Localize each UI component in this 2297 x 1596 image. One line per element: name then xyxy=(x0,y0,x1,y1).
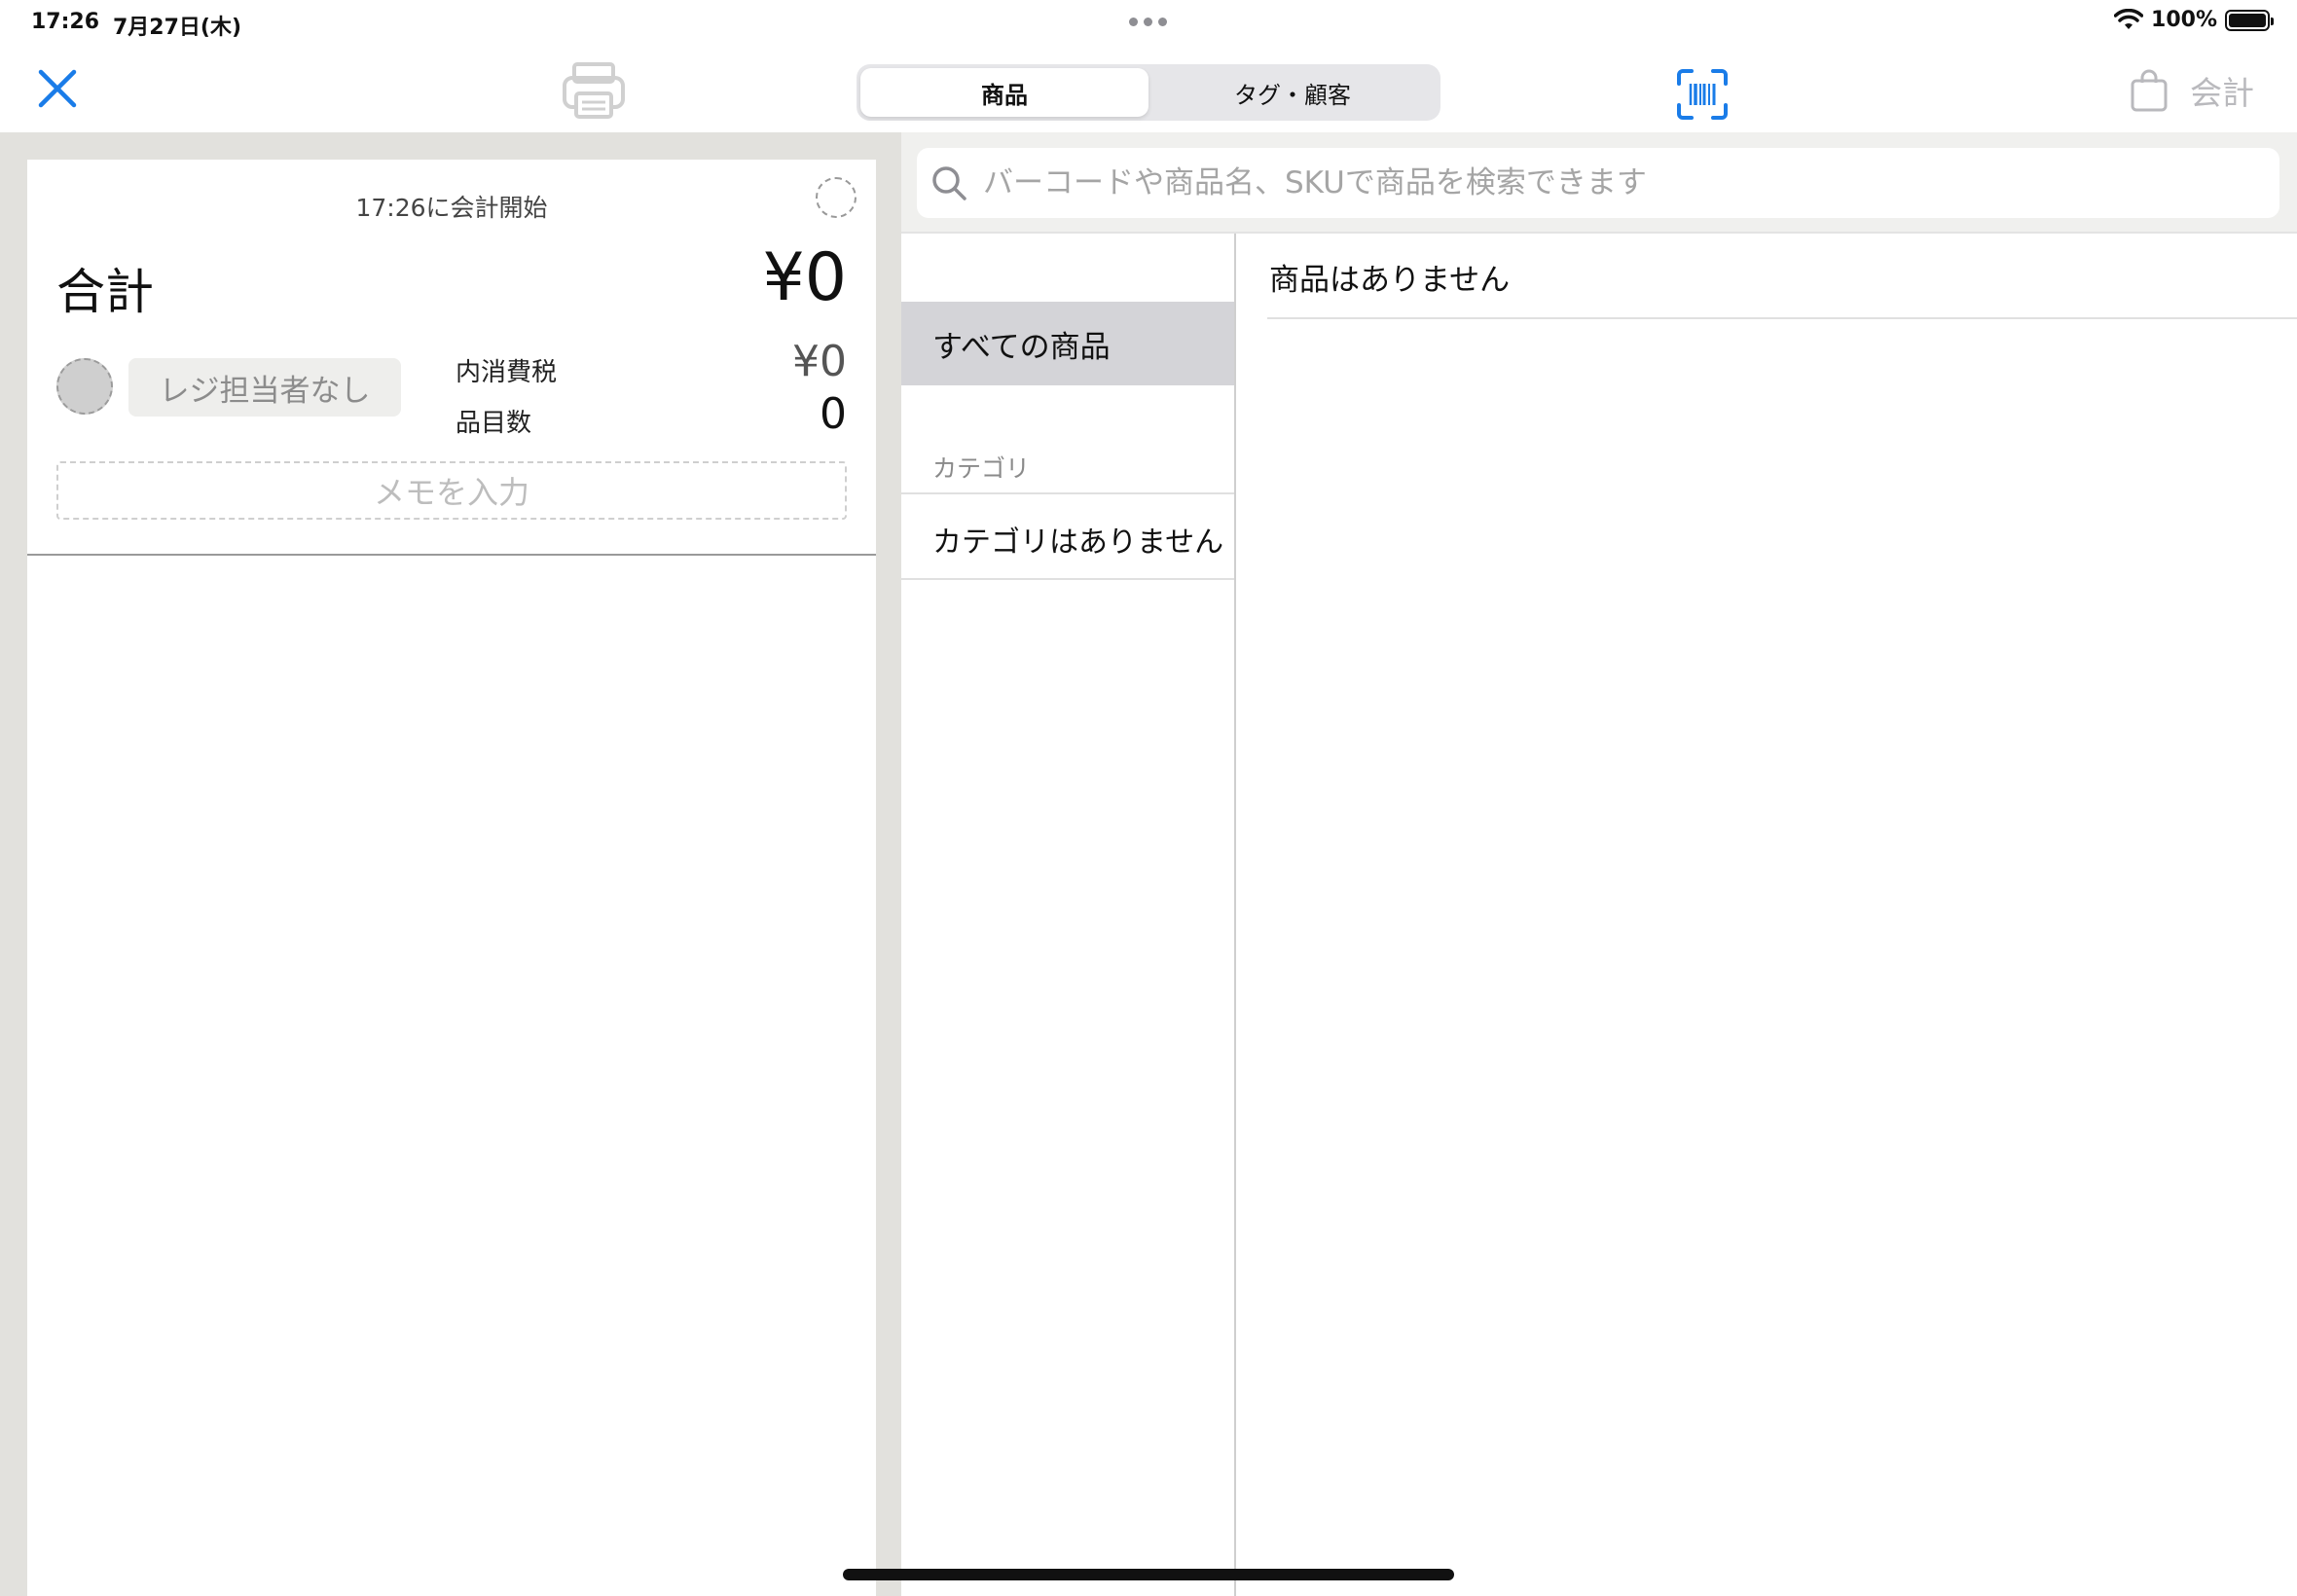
search-area xyxy=(901,132,2297,232)
item-count-label: 品目数 xyxy=(456,409,532,438)
sync-status-icon xyxy=(816,177,857,218)
total-value: ¥0 xyxy=(762,239,847,316)
staff-avatar[interactable] xyxy=(56,358,113,415)
checkout-label: 会計 xyxy=(2190,74,2254,112)
item-count-value: 0 xyxy=(820,389,847,439)
sidebar-item-all-products[interactable]: すべての商品 xyxy=(901,302,1234,385)
tab-products[interactable]: 商品 xyxy=(860,68,1148,117)
checkout-start-time: 17:26に会計開始 xyxy=(355,194,548,222)
wifi-icon xyxy=(2114,8,2144,29)
multitasking-dots-icon[interactable] xyxy=(1129,18,1167,26)
shopping-bag-icon xyxy=(2131,69,2168,112)
product-list-divider xyxy=(1267,317,2297,319)
sidebar-divider xyxy=(901,492,1234,494)
search-box xyxy=(917,148,2279,218)
printer-icon xyxy=(563,62,625,119)
tax-value: ¥0 xyxy=(792,337,847,386)
memo-input[interactable]: メモを入力 xyxy=(56,461,847,520)
status-date: 7月27日(木) xyxy=(113,16,242,40)
toolbar: 商品 タグ・顧客 会計 xyxy=(0,47,2297,132)
battery-icon xyxy=(2225,9,2274,31)
category-sidebar: すべての商品 カテゴリ カテゴリはありません xyxy=(901,234,1236,1596)
total-label: 合計 xyxy=(56,264,154,320)
staff-select-button[interactable]: レジ担当者なし xyxy=(128,358,401,417)
no-products-text: 商品はありません xyxy=(1269,263,1511,298)
tab-tags-customers[interactable]: タグ・顧客 xyxy=(1148,68,1437,117)
battery-percent: 100% xyxy=(2151,8,2217,32)
barcode-scan-icon[interactable] xyxy=(1676,68,1729,121)
home-indicator[interactable] xyxy=(843,1569,1454,1580)
close-icon[interactable] xyxy=(33,64,82,113)
view-segmented-control: 商品 タグ・顧客 xyxy=(857,64,1440,121)
cart-card: 17:26に会計開始 合計 ¥0 レジ担当者なし 内消費税 ¥0 品目数 0 メ… xyxy=(27,160,876,1596)
status-indicators: 100% xyxy=(2114,8,2274,32)
status-bar: 17:26 7月27日(木) 100% xyxy=(0,0,2297,47)
status-time: 17:26 xyxy=(31,10,100,34)
no-categories-text: カテゴリはありません xyxy=(932,526,1224,560)
sidebar-divider xyxy=(901,578,1234,580)
category-section-header: カテゴリ xyxy=(932,454,1031,483)
cart-divider xyxy=(27,554,876,556)
checkout-button[interactable]: 会計 xyxy=(2130,66,2254,115)
search-icon xyxy=(932,166,966,200)
search-input[interactable] xyxy=(981,164,2246,201)
tax-label: 内消費税 xyxy=(456,358,558,387)
